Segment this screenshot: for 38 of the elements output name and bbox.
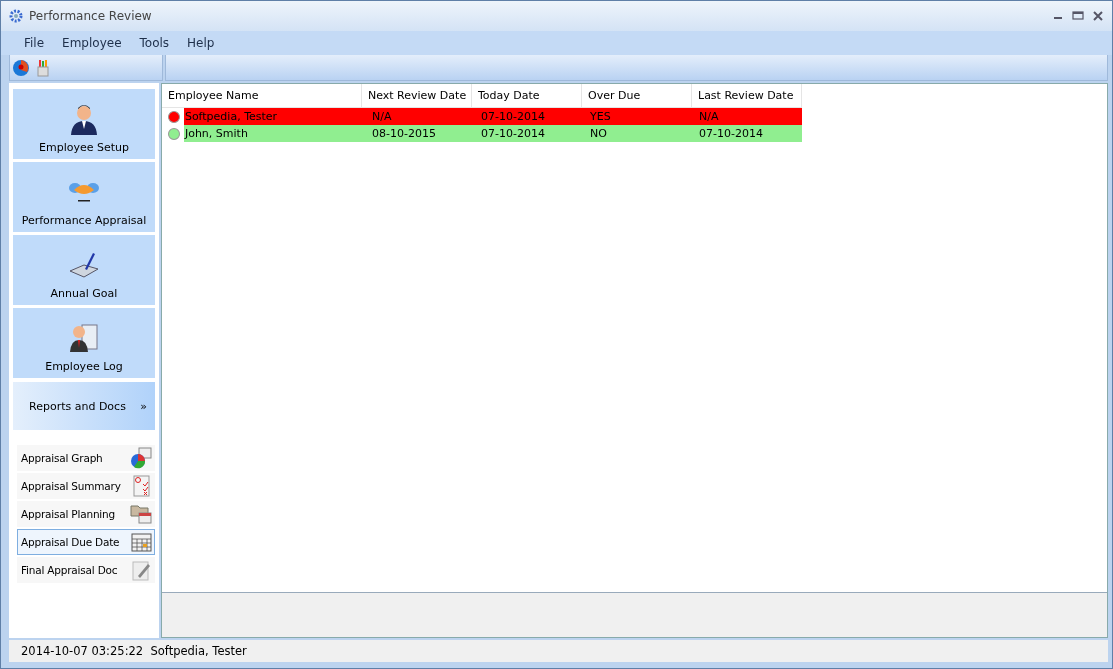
reports-header[interactable]: Reports and Docs » bbox=[13, 382, 155, 430]
report-item[interactable]: Appraisal Summary bbox=[17, 473, 155, 499]
menu-item[interactable]: File bbox=[15, 36, 54, 50]
nav-button[interactable]: Performance Appraisal bbox=[13, 162, 155, 232]
table-cell-text: Softpedia, Tester bbox=[183, 110, 279, 123]
table-cell-text: 07-10-2014 bbox=[480, 110, 546, 123]
report-item[interactable]: Appraisal Planning bbox=[17, 501, 155, 527]
nav-button[interactable]: Employee Setup bbox=[13, 89, 155, 159]
nav-button[interactable]: Employee Log bbox=[13, 308, 155, 378]
planning-icon bbox=[130, 503, 152, 525]
table-cell-text: YES bbox=[589, 110, 612, 123]
report-item[interactable]: Final Appraisal Doc bbox=[17, 557, 155, 583]
doc-icon bbox=[130, 559, 152, 581]
app-gear-icon bbox=[9, 8, 23, 24]
report-item[interactable]: Appraisal Due Date bbox=[17, 529, 155, 555]
window-title: Performance Review bbox=[29, 9, 153, 23]
table-cell-text: 07-10-2014 bbox=[480, 127, 546, 140]
summary-icon bbox=[130, 475, 152, 497]
globe-icon[interactable] bbox=[12, 58, 30, 77]
status-text: 2014-10-07 03:25:22 Softpedia, Tester bbox=[9, 640, 1108, 662]
report-item[interactable]: Appraisal Graph bbox=[17, 445, 155, 471]
menu-item[interactable]: Employee bbox=[53, 36, 131, 50]
calendar-icon bbox=[130, 531, 152, 553]
menu-item[interactable]: Help bbox=[178, 36, 224, 50]
close-icon[interactable] bbox=[1092, 11, 1104, 21]
nav-button[interactable]: Annual Goal bbox=[13, 235, 155, 305]
graph-icon bbox=[130, 447, 152, 469]
table-cell-text: 08-10-2015 bbox=[371, 127, 438, 140]
chevron-text: » bbox=[140, 399, 147, 413]
pencil-cup-icon[interactable] bbox=[36, 58, 50, 77]
person-icon bbox=[68, 103, 100, 135]
table-cell-text: 07-10-2014 bbox=[698, 127, 764, 140]
table-cell-text: N/A bbox=[698, 110, 720, 123]
menu-item[interactable]: Tools bbox=[130, 36, 179, 50]
table-cell-text: N/A bbox=[371, 110, 393, 123]
maximize-icon[interactable] bbox=[1072, 11, 1084, 21]
table-cell-text: NO bbox=[589, 127, 608, 140]
table-cell-text: John, Smith bbox=[183, 127, 249, 140]
